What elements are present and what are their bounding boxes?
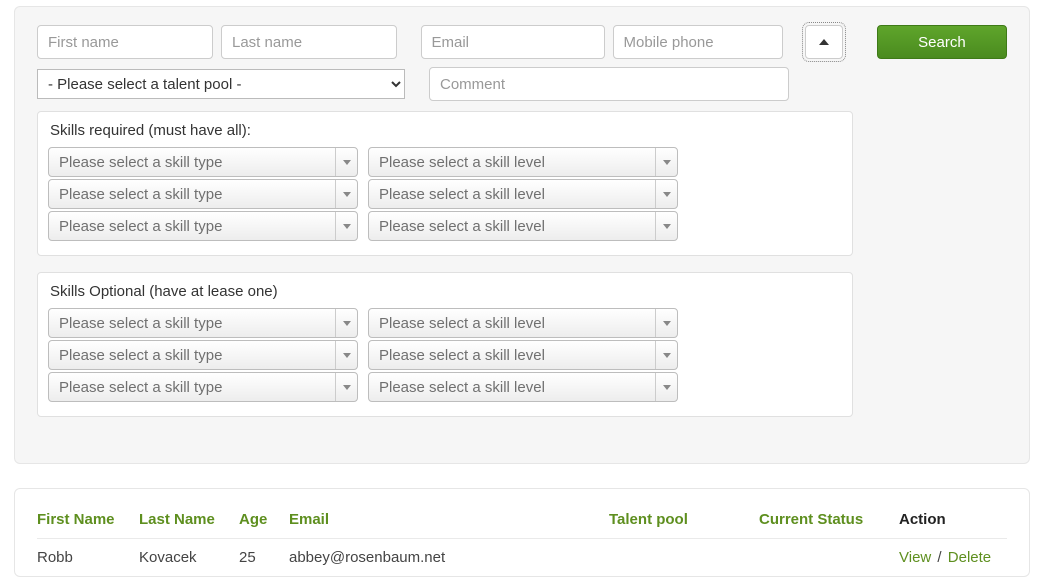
- skill-type-select[interactable]: Please select a skill type: [48, 147, 358, 177]
- comment-input[interactable]: [429, 67, 789, 101]
- skill-type-select[interactable]: Please select a skill type: [48, 211, 358, 241]
- chevron-down-icon: [655, 341, 677, 369]
- chevron-down-icon: [335, 341, 357, 369]
- chevron-down-icon: [655, 212, 677, 240]
- chevron-down-icon: [335, 180, 357, 208]
- chevron-down-icon: [335, 309, 357, 337]
- talent-pool-select[interactable]: - Please select a talent pool -: [37, 69, 405, 99]
- cell-current-status: [759, 539, 899, 573]
- table-row: Robb Kovacek 25 abbey@rosenbaum.net View…: [37, 539, 1007, 573]
- chevron-down-icon: [335, 148, 357, 176]
- skill-level-select[interactable]: Please select a skill level: [368, 179, 678, 209]
- col-last-name[interactable]: Last Name: [139, 507, 239, 539]
- cell-first-name: Robb: [37, 539, 139, 573]
- skill-level-select[interactable]: Please select a skill level: [368, 372, 678, 402]
- skills-optional-title: Skills Optional (have at lease one): [48, 283, 842, 308]
- email-input[interactable]: [421, 25, 605, 59]
- cell-age: 25: [239, 539, 289, 573]
- cell-email: abbey@rosenbaum.net: [289, 539, 609, 573]
- skill-type-select[interactable]: Please select a skill type: [48, 340, 358, 370]
- chevron-down-icon: [335, 212, 357, 240]
- action-separator: /: [931, 549, 948, 566]
- skill-type-select[interactable]: Please select a skill type: [48, 372, 358, 402]
- skills-optional-block: Skills Optional (have at lease one) Plea…: [37, 272, 853, 417]
- results-header-row: First Name Last Name Age Email Talent po…: [37, 507, 1007, 539]
- chevron-down-icon: [335, 373, 357, 401]
- search-button[interactable]: Search: [877, 25, 1007, 59]
- search-row-1: Search: [37, 25, 1007, 59]
- mobile-phone-input[interactable]: [613, 25, 783, 59]
- chevron-down-icon: [655, 180, 677, 208]
- skills-required-block: Skills required (must have all): Please …: [37, 111, 853, 256]
- col-talent-pool[interactable]: Talent pool: [609, 507, 759, 539]
- skill-level-select[interactable]: Please select a skill level: [368, 340, 678, 370]
- col-age[interactable]: Age: [239, 507, 289, 539]
- chevron-down-icon: [655, 148, 677, 176]
- delete-link[interactable]: Delete: [948, 549, 991, 566]
- skill-type-select[interactable]: Please select a skill type: [48, 179, 358, 209]
- results-panel: First Name Last Name Age Email Talent po…: [14, 488, 1030, 577]
- cell-last-name: Kovacek: [139, 539, 239, 573]
- skill-level-select[interactable]: Please select a skill level: [368, 308, 678, 338]
- skill-level-select[interactable]: Please select a skill level: [368, 211, 678, 241]
- chevron-down-icon: [655, 309, 677, 337]
- search-panel: Search - Please select a talent pool - S…: [14, 6, 1030, 464]
- skill-level-select[interactable]: Please select a skill level: [368, 147, 678, 177]
- chevron-up-icon: [819, 39, 829, 45]
- view-link[interactable]: View: [899, 549, 931, 566]
- col-action: Action: [899, 507, 1007, 539]
- first-name-input[interactable]: [37, 25, 213, 59]
- collapse-toggle-button[interactable]: [805, 25, 843, 59]
- last-name-input[interactable]: [221, 25, 397, 59]
- search-row-2: - Please select a talent pool -: [37, 67, 1007, 101]
- col-current-status[interactable]: Current Status: [759, 507, 899, 539]
- skill-type-select[interactable]: Please select a skill type: [48, 308, 358, 338]
- cell-talent-pool: [609, 539, 759, 573]
- col-email[interactable]: Email: [289, 507, 609, 539]
- skills-required-title: Skills required (must have all):: [48, 122, 842, 147]
- chevron-down-icon: [655, 373, 677, 401]
- cell-action: View / Delete: [899, 539, 1007, 573]
- col-first-name[interactable]: First Name: [37, 507, 139, 539]
